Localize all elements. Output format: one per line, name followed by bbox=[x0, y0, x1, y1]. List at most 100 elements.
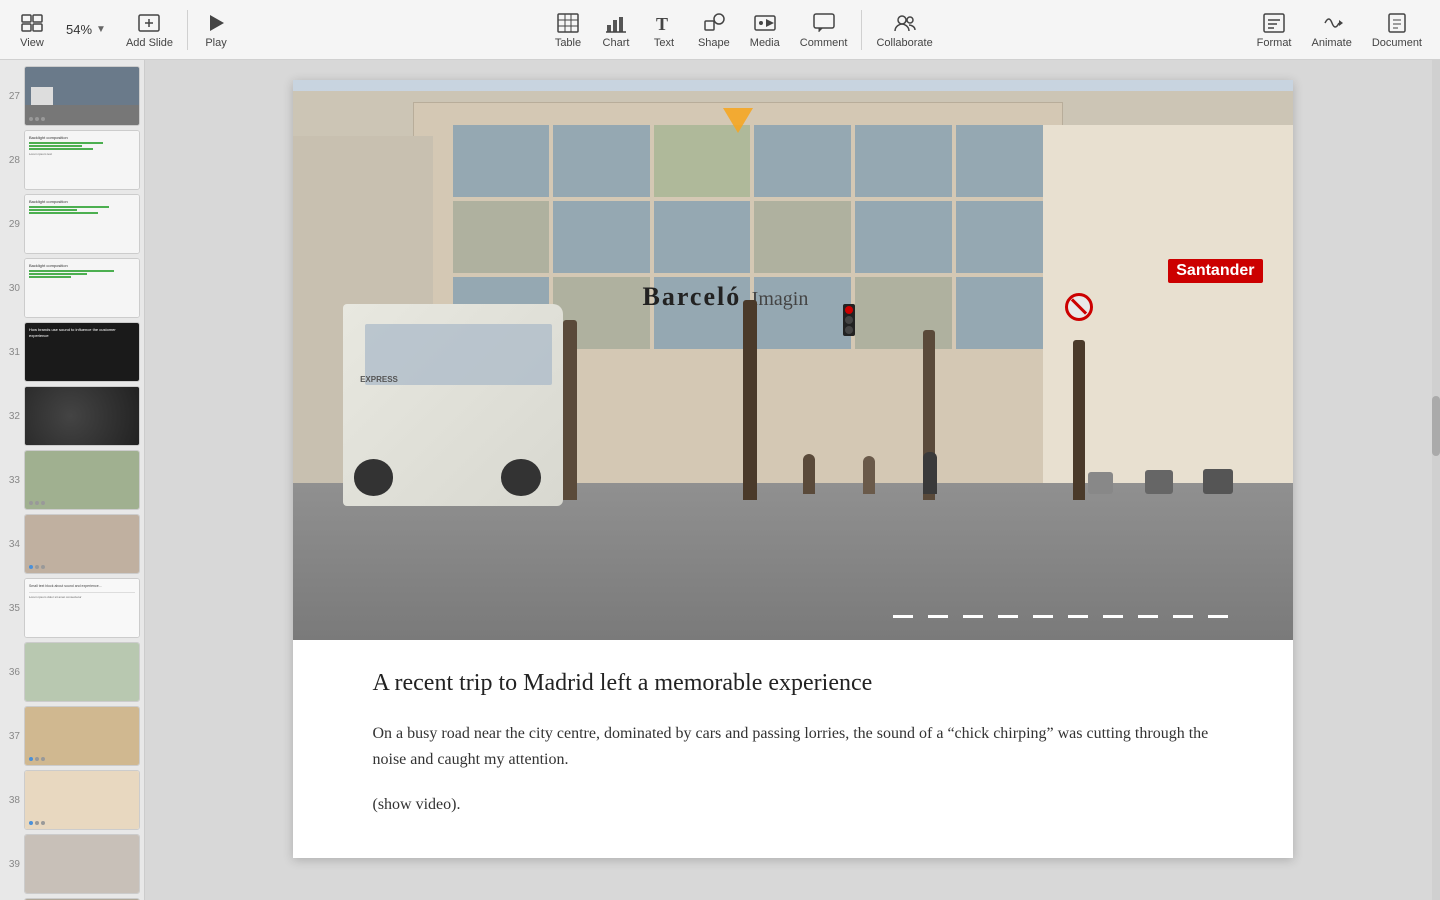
slide-thumb-38[interactable] bbox=[24, 770, 140, 830]
slide-thumb-34[interactable] bbox=[24, 514, 140, 574]
list-item: 39 bbox=[0, 832, 144, 896]
slide-heading: A recent trip to Madrid left a memorable… bbox=[373, 670, 1213, 697]
zoom-chevron-icon: ▼ bbox=[96, 24, 106, 35]
dot bbox=[35, 117, 39, 121]
slide-canvas: Barceló Imagin Santander bbox=[293, 80, 1293, 858]
shape-button[interactable]: Shape bbox=[688, 7, 740, 53]
media-label: Media bbox=[750, 37, 780, 49]
zoom-value: 54% bbox=[66, 22, 92, 37]
shape-icon bbox=[702, 11, 726, 35]
toolbar-divider-2 bbox=[861, 10, 862, 50]
add-slide-icon bbox=[137, 11, 161, 35]
slide-thumb-36[interactable] bbox=[24, 642, 140, 702]
play-label: Play bbox=[205, 37, 226, 49]
animate-button[interactable]: Animate bbox=[1302, 7, 1362, 53]
dot bbox=[35, 757, 39, 761]
dot bbox=[29, 501, 33, 505]
slide-thumb-32[interactable] bbox=[24, 386, 140, 446]
list-item: 32 bbox=[0, 384, 144, 448]
list-item: 27 bbox=[0, 64, 144, 128]
scroll-thumb[interactable] bbox=[1432, 396, 1440, 456]
table-label: Table bbox=[555, 37, 581, 49]
list-item: 38 bbox=[0, 768, 144, 832]
document-button[interactable]: Document bbox=[1362, 7, 1432, 53]
toolbar-divider-1 bbox=[187, 10, 188, 50]
slide-thumb-37[interactable] bbox=[24, 706, 140, 766]
play-icon bbox=[204, 11, 228, 35]
slide-thumb-30[interactable]: Backlight composition bbox=[24, 258, 140, 318]
slide-thumb-33[interactable] bbox=[24, 450, 140, 510]
animate-label: Animate bbox=[1312, 37, 1352, 49]
slide-thumb-35[interactable]: Small text block about sound and experie… bbox=[24, 578, 140, 638]
play-button[interactable]: Play bbox=[192, 7, 240, 53]
format-icon bbox=[1262, 11, 1286, 35]
collaborate-icon bbox=[893, 11, 917, 35]
list-item: 34 bbox=[0, 512, 144, 576]
dot-active bbox=[29, 565, 33, 569]
add-slide-label: Add Slide bbox=[126, 37, 173, 49]
slide-photo: Barceló Imagin Santander bbox=[293, 80, 1293, 640]
dot bbox=[41, 501, 45, 505]
list-item: 40 bbox=[0, 896, 144, 900]
comment-label: Comment bbox=[800, 37, 848, 49]
list-item: 31 How brands use sound to influence the… bbox=[0, 320, 144, 384]
view-button[interactable]: View bbox=[8, 7, 56, 53]
canvas-area[interactable]: Barceló Imagin Santander bbox=[145, 60, 1440, 900]
slide-note: (show video). bbox=[373, 792, 1213, 818]
dot bbox=[41, 565, 45, 569]
dot bbox=[35, 565, 39, 569]
main-area: 27 28 Backlight compositio bbox=[0, 60, 1440, 900]
svg-text:T: T bbox=[656, 14, 668, 33]
dot-active bbox=[29, 757, 33, 761]
dots-row bbox=[29, 501, 45, 505]
collaborate-button[interactable]: Collaborate bbox=[866, 7, 942, 53]
slide-thumb-27[interactable] bbox=[24, 66, 140, 126]
chart-label: Chart bbox=[603, 37, 630, 49]
view-icon bbox=[20, 11, 44, 35]
slide-thumb-31[interactable]: How brands use sound to influence the cu… bbox=[24, 322, 140, 382]
text-icon: T bbox=[652, 11, 676, 35]
slide-thumb-29[interactable]: Backlight composition bbox=[24, 194, 140, 254]
list-item: 30 Backlight composition bbox=[0, 256, 144, 320]
dot bbox=[41, 117, 45, 121]
shape-label: Shape bbox=[698, 37, 730, 49]
collaborate-label: Collaborate bbox=[876, 37, 932, 49]
slide-thumb-28[interactable]: Backlight composition Lorem ipsum text bbox=[24, 130, 140, 190]
slide-thumb-39[interactable] bbox=[24, 834, 140, 894]
add-slide-button[interactable]: Add Slide bbox=[116, 7, 183, 53]
comment-icon bbox=[812, 11, 836, 35]
dot bbox=[41, 757, 45, 761]
scroll-indicator[interactable] bbox=[1432, 60, 1440, 900]
list-item: 29 Backlight composition bbox=[0, 192, 144, 256]
chart-button[interactable]: Chart bbox=[592, 7, 640, 53]
list-item: 35 Small text block about sound and expe… bbox=[0, 576, 144, 640]
format-label: Format bbox=[1257, 37, 1292, 49]
slide-body: On a busy road near the city centre, dom… bbox=[373, 721, 1213, 772]
dots-row bbox=[29, 565, 45, 569]
slide-text-content: A recent trip to Madrid left a memorable… bbox=[293, 640, 1293, 858]
dot bbox=[41, 821, 45, 825]
format-button[interactable]: Format bbox=[1247, 7, 1302, 53]
comment-button[interactable]: Comment bbox=[790, 7, 858, 53]
list-item: 28 Backlight composition Lorem ipsum tex… bbox=[0, 128, 144, 192]
list-item: 36 bbox=[0, 640, 144, 704]
document-label: Document bbox=[1372, 37, 1422, 49]
chart-icon bbox=[604, 11, 628, 35]
table-button[interactable]: Table bbox=[544, 7, 592, 53]
dot bbox=[35, 501, 39, 505]
dot bbox=[35, 821, 39, 825]
dot-active bbox=[29, 821, 33, 825]
dots-row bbox=[29, 757, 45, 761]
list-item: 33 bbox=[0, 448, 144, 512]
animate-icon bbox=[1320, 11, 1344, 35]
dots-row bbox=[29, 117, 45, 121]
media-button[interactable]: Media bbox=[740, 7, 790, 53]
text-label: Text bbox=[654, 37, 674, 49]
view-label: View bbox=[20, 37, 44, 49]
slide-panel: 27 28 Backlight compositio bbox=[0, 60, 145, 900]
text-button[interactable]: T Text bbox=[640, 7, 688, 53]
dots-row bbox=[29, 821, 45, 825]
zoom-control[interactable]: 54% ▼ bbox=[56, 18, 116, 41]
document-icon bbox=[1385, 11, 1409, 35]
list-item: 37 bbox=[0, 704, 144, 768]
